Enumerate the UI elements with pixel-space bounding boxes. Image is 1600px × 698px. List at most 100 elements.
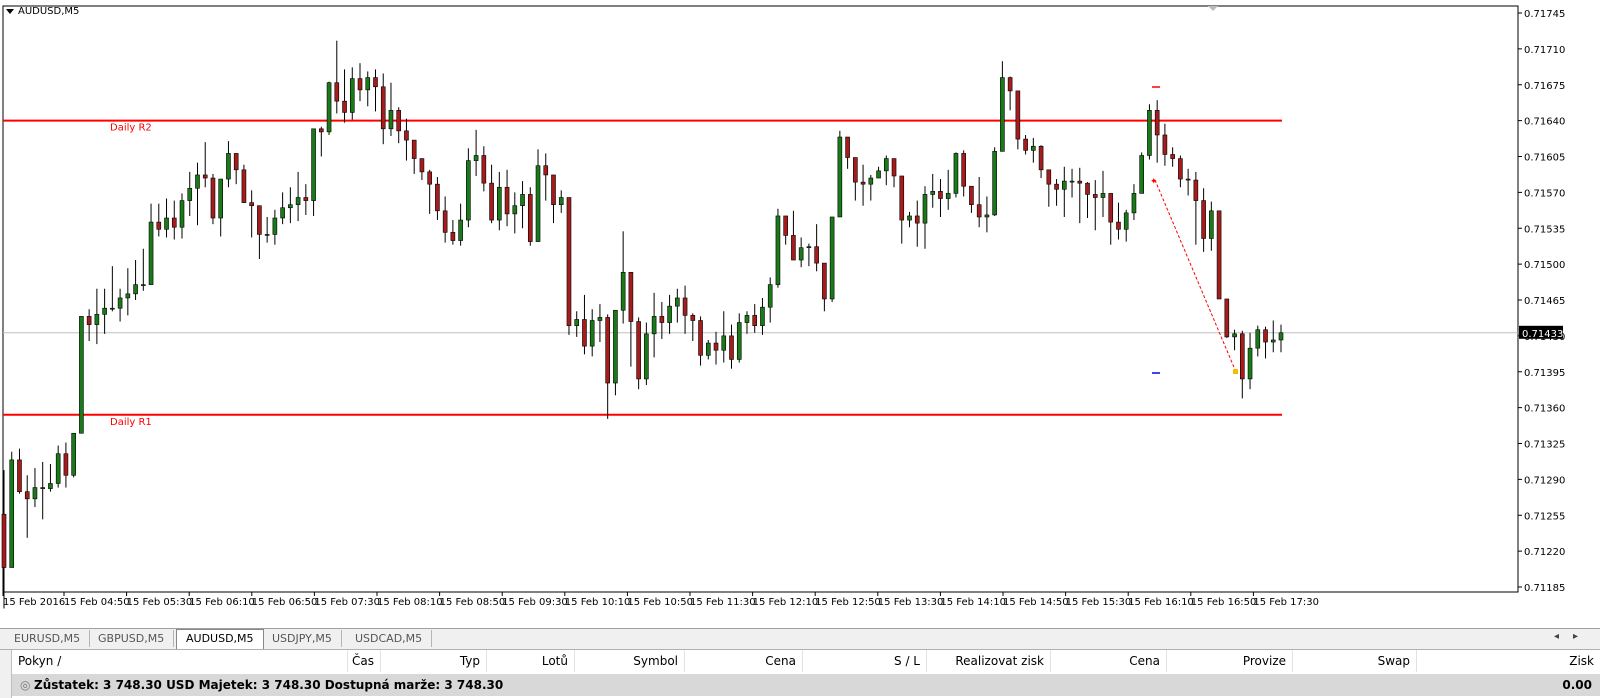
tab-eurusd[interactable]: EURUSD,M5 (5, 630, 91, 647)
col-typ[interactable]: Typ (381, 650, 487, 672)
col-lotu[interactable]: Lotů (487, 650, 575, 672)
price-axis-label: 0.71570 (1524, 188, 1565, 199)
symbol-label: AUDUSD,M5 (18, 6, 80, 17)
bull-candle (79, 316, 84, 434)
bear-candle (319, 128, 324, 133)
col-sl[interactable]: S / L (803, 650, 927, 672)
bull-candle (272, 217, 278, 235)
bull-candle (1031, 145, 1036, 151)
price-axis-label: 0.71710 (1524, 45, 1565, 56)
tab-scroll-arrows[interactable]: ◂▸ (1554, 631, 1592, 642)
bear-candle (698, 320, 703, 356)
col-cena[interactable]: Cena (685, 650, 803, 672)
price-axis-label: 0.71675 (1524, 81, 1565, 92)
bear-candle (822, 262, 827, 300)
bear-candle (713, 342, 719, 351)
bear-candle (357, 78, 363, 91)
bear-candle (1154, 110, 1160, 136)
tab-usdjpy[interactable]: USDJPY,M5 (263, 630, 342, 647)
bull-candle (195, 174, 200, 189)
bull-candle (520, 194, 525, 207)
bear-candle (783, 215, 788, 236)
col-provize[interactable]: Provize (1167, 650, 1293, 672)
bear-candle (1178, 158, 1183, 180)
bear-candle (156, 221, 162, 230)
dropdown-triangle-icon[interactable] (6, 9, 14, 14)
scroll-right-icon[interactable]: ▸ (1573, 631, 1592, 642)
time-axis-label: 15 Feb 10:50 (627, 597, 693, 608)
balance-profit: 0.00 (1562, 678, 1592, 692)
col-swap[interactable]: Swap (1293, 650, 1417, 672)
time-axis-label: 15 Feb 09:30 (502, 597, 568, 608)
bear-candle (853, 157, 858, 183)
chart-symbol-title[interactable]: AUDUSD,M5 (6, 6, 79, 17)
bear-candle (249, 202, 254, 206)
bear-candle (551, 174, 556, 205)
bull-candle (288, 204, 293, 209)
bear-candle (682, 297, 688, 316)
bull-candle (187, 187, 193, 201)
bear-candle (303, 197, 309, 201)
bull-candle (133, 284, 138, 295)
bear-candle (636, 321, 641, 380)
tab-gbpusd[interactable]: GBPUSD,M5 (89, 630, 175, 647)
bull-candle (1147, 110, 1152, 156)
time-axis-label: 15 Feb 05:30 (127, 597, 193, 608)
bear-candle (1185, 178, 1191, 181)
bull-candle (992, 151, 997, 216)
bear-candle (202, 174, 208, 179)
price-axis-label: 0.71220 (1524, 547, 1565, 558)
time-axis-label: 15 Feb 2016 (3, 597, 65, 608)
bear-candle (257, 205, 262, 235)
balance-circle-icon: ◎ (20, 678, 31, 692)
tab-audusd[interactable]: AUDUSD,M5 (176, 629, 264, 649)
bull-candle (760, 306, 765, 326)
bull-candle (110, 307, 115, 310)
time-axis-label: 15 Feb 14:10 (940, 597, 1006, 608)
bull-candle (1061, 180, 1067, 190)
col-pokyn[interactable]: Pokyn / (12, 650, 348, 672)
scroll-left-icon[interactable]: ◂ (1554, 631, 1573, 642)
bear-candle (1116, 221, 1121, 230)
col-cas[interactable]: Čas (341, 650, 381, 672)
time-axis-label: 15 Feb 15:30 (1066, 597, 1132, 608)
price-axis-label: 0.71290 (1524, 475, 1565, 486)
bull-candle (675, 297, 680, 307)
col-realizovat-zisk[interactable]: Realizovat zisk (927, 650, 1051, 672)
bull-candle (806, 246, 812, 249)
bear-candle (233, 153, 239, 171)
price-axis-label: 0.71360 (1524, 404, 1565, 415)
bull-candle (1255, 329, 1261, 349)
bull-candle (644, 333, 649, 380)
tab-usdcad[interactable]: USDCAD,M5 (346, 630, 433, 647)
bear-candle (24, 491, 30, 500)
price-axis-label: 0.71465 (1524, 296, 1565, 307)
bull-candle (775, 215, 781, 285)
col-cena-2[interactable]: Cena (1051, 650, 1167, 672)
balance-row[interactable]: ◎ Zůstatek: 3 748.30 USD Majetek: 3 748.… (12, 674, 1600, 696)
bear-candle (845, 136, 850, 158)
time-axis-label: 15 Feb 12:50 (815, 597, 881, 608)
bull-candle (473, 155, 479, 161)
bear-candle (1240, 333, 1245, 380)
bull-candle (512, 205, 518, 215)
col-zisk[interactable]: Zisk (1417, 650, 1600, 672)
bear-candle (342, 100, 347, 113)
price-axis-label: 0.71255 (1524, 511, 1565, 522)
col-symbol[interactable]: Symbol (575, 650, 685, 672)
bull-candle (868, 177, 874, 185)
time-axis-label: 15 Feb 12:10 (753, 597, 819, 608)
chart-tabs: EURUSD,M5 GBPUSD,M5 AUDUSD,M5 USDJPY,M5 … (0, 628, 1600, 649)
bear-candle (442, 210, 448, 233)
bear-candle (17, 459, 22, 492)
bull-candle (280, 207, 285, 219)
bear-candle (1162, 134, 1168, 155)
bear-candle (791, 235, 796, 261)
bear-candle (605, 317, 610, 384)
bear-candle (380, 86, 386, 130)
bear-candle (527, 194, 533, 242)
bear-candle (1263, 329, 1268, 343)
chart-area[interactable]: 0.71745 0.71710 0.71675 0.71640 0.71605 0.715… (0, 0, 1600, 628)
candlestick-chart[interactable]: 0.71745 0.71710 0.71675 0.71640 0.71605 0.715… (0, 0, 1600, 628)
bear-candle (543, 165, 549, 176)
